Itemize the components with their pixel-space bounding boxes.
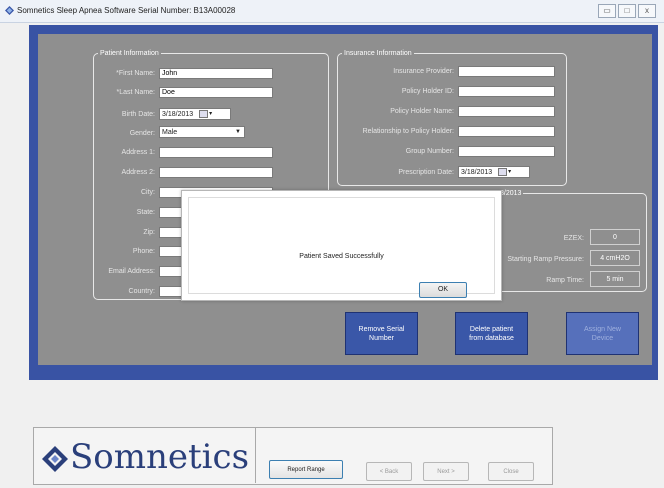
somnetics-logo: Somnetics	[40, 437, 249, 477]
assign-new-device-button[interactable]: Assign New Device	[566, 312, 639, 355]
ok-button[interactable]: OK	[419, 282, 467, 298]
policy-holder-id-input[interactable]	[458, 86, 555, 97]
first-name-input[interactable]	[159, 68, 273, 79]
back-button[interactable]: < Back	[366, 462, 412, 481]
window-title: Somnetics Sleep Apnea Software Serial Nu…	[17, 6, 236, 15]
delete-patient-button[interactable]: Delete patient from database	[455, 312, 528, 355]
policy-holder-name-input[interactable]	[458, 106, 555, 117]
dialog-message: Patient Saved Successfully	[299, 253, 384, 260]
state-label: State:	[136, 209, 155, 216]
policy-holder-id-label: Policy Holder ID:	[401, 88, 454, 95]
close-button[interactable]: Close	[488, 462, 534, 481]
ramp-time-value: 5 min	[590, 271, 640, 287]
zip-label: Zip:	[143, 229, 155, 236]
chevron-down-icon: ▼	[235, 129, 241, 135]
last-name-label: *Last Name:	[116, 89, 155, 96]
ezex-label: EZEX:	[563, 235, 584, 242]
calendar-icon[interactable]	[498, 168, 508, 176]
footer-divider	[255, 427, 256, 483]
last-name-input[interactable]	[159, 87, 273, 98]
address2-input[interactable]	[159, 167, 273, 178]
insurance-provider-input[interactable]	[458, 66, 555, 77]
birth-date-value: 3/18/2013	[162, 110, 194, 118]
address2-label: Address 2:	[121, 169, 155, 176]
relationship-input[interactable]	[458, 126, 555, 137]
somnetics-app-icon	[5, 6, 14, 15]
group-number-input[interactable]	[458, 146, 555, 157]
ezex-value: 0	[590, 229, 640, 245]
insurance-provider-label: Insurance Provider:	[393, 68, 454, 75]
email-label: Email Address:	[108, 268, 155, 275]
chevron-down-icon[interactable]: ▾	[508, 167, 511, 178]
chevron-down-icon[interactable]: ▾	[209, 109, 212, 120]
insurance-information-legend: Insurance Information	[344, 50, 412, 57]
gender-select[interactable]: Male ▼	[159, 126, 245, 138]
group-number-label: Group Number:	[405, 148, 454, 155]
somnetics-logo-mark-icon	[42, 446, 68, 472]
gender-value: Male	[162, 129, 178, 136]
ramp-pressure-value: 4 cmH2O	[590, 250, 640, 266]
calendar-icon[interactable]	[199, 110, 209, 118]
assign-new-device-label: Assign New Device	[584, 325, 621, 342]
patient-information-legend: Patient Information	[100, 50, 159, 57]
country-label: Country:	[128, 288, 155, 295]
city-label: City:	[141, 189, 155, 196]
phone-label: Phone:	[132, 248, 155, 255]
next-button[interactable]: Next >	[423, 462, 469, 481]
minimize-button[interactable]: ▭	[598, 4, 616, 18]
close-window-button[interactable]: x	[638, 4, 656, 18]
policy-holder-name-label: Policy Holder Name:	[390, 108, 454, 115]
gender-label: Gender:	[129, 130, 155, 137]
relationship-label: Relationship to Policy Holder:	[362, 128, 454, 135]
dialog-body: Patient Saved Successfully	[188, 197, 495, 294]
first-name-label: *First Name:	[116, 70, 155, 77]
prescription-date-label: Prescription Date:	[398, 169, 454, 176]
remove-serial-number-label: Remove Serial Number	[358, 325, 405, 342]
ramp-time-label: Ramp Time:	[546, 277, 584, 284]
logo-text: Somnetics	[70, 437, 250, 477]
remove-serial-number-button[interactable]: Remove Serial Number	[345, 312, 418, 355]
delete-patient-label: Delete patient from database	[469, 325, 514, 342]
birth-date-picker[interactable]: 3/18/2013 ▾	[159, 108, 231, 120]
report-range-button[interactable]: Report Range	[269, 460, 343, 479]
prescription-date-value: 3/18/2013	[461, 168, 493, 176]
address1-label: Address 1:	[121, 149, 155, 156]
prescription-date-picker[interactable]: 3/18/2013 ▾	[458, 166, 530, 178]
title-bar: Somnetics Sleep Apnea Software Serial Nu…	[0, 0, 664, 23]
address1-input[interactable]	[159, 147, 273, 158]
birth-date-label: Birth Date:	[121, 111, 155, 118]
patient-saved-dialog: Patient Saved Successfully OK	[181, 190, 502, 301]
maximize-button[interactable]: □	[618, 4, 636, 18]
ramp-pressure-label: Starting Ramp Pressure:	[507, 256, 584, 263]
